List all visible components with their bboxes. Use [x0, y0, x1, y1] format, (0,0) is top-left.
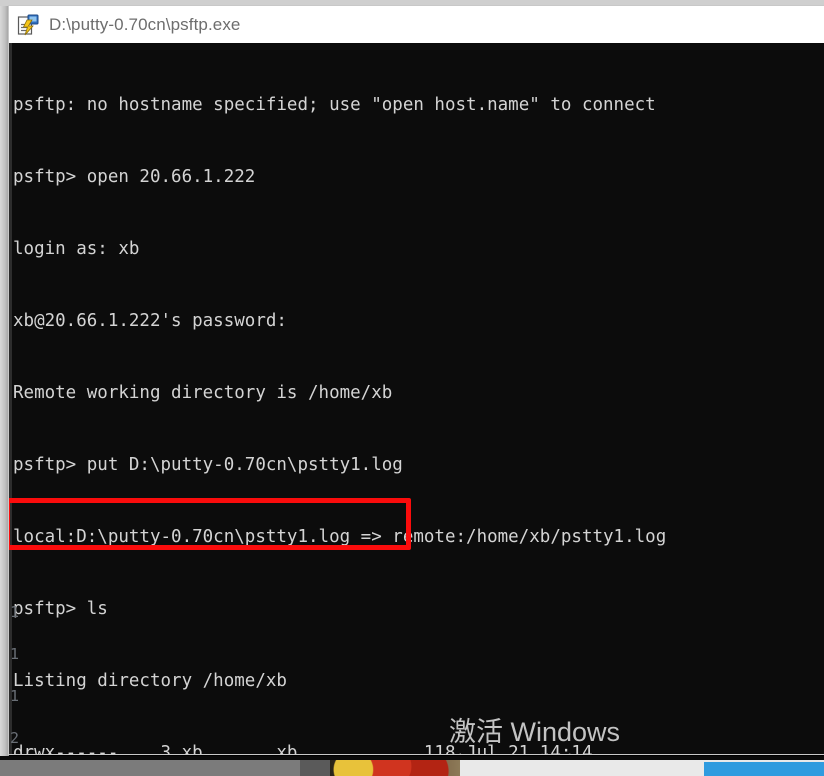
ghost-digit: 1 [10, 645, 20, 663]
console-line: Remote working directory is /home/xb [13, 383, 393, 403]
ghost-digit: 2 [10, 729, 20, 747]
taskbar-item-b[interactable] [300, 760, 330, 776]
console-line: Listing directory /home/xb [13, 671, 287, 691]
taskbar-strip [0, 760, 824, 776]
title-bar[interactable]: D:\putty-0.70cn\psftp.exe [9, 6, 824, 43]
psftp-window: D:\putty-0.70cn\psftp.exe psftp: no host… [9, 6, 824, 754]
console-line: psftp> ls [13, 599, 108, 619]
terminal-console[interactable]: psftp: no hostname specified; use "open … [9, 43, 824, 754]
ghost-digit: 1 [10, 687, 20, 705]
console-line: login as: xb [13, 239, 140, 259]
windows-activation-watermark: 激活 Windows 转到"设置"以激活 Windows。 [449, 715, 658, 754]
ghost-digit: 1 [10, 603, 20, 621]
background-window-left-edge [0, 6, 9, 760]
background-window-digits: 1 1 1 2 [10, 591, 24, 754]
console-line: psftp> put D:\putty-0.70cn\pstty1.log [13, 455, 403, 475]
taskbar-thumbnail-image[interactable] [330, 760, 460, 776]
window-title: D:\putty-0.70cn\psftp.exe [49, 14, 241, 34]
console-line: xb@20.66.1.222's password: [13, 311, 287, 331]
taskbar-item-a[interactable] [0, 760, 300, 776]
console-line-listing: drwx------ 3 xb xb 118 Jul 21 14:14 . [13, 743, 614, 754]
watermark-subtitle: 转到"设置"以激活 Windows。 [449, 751, 658, 754]
taskbar-blue-button[interactable] [704, 762, 824, 776]
console-line: local:D:\putty-0.70cn\pstty1.log => remo… [13, 527, 667, 547]
console-line: psftp: no hostname specified; use "open … [13, 95, 656, 115]
console-output: psftp: no hostname specified; use "open … [13, 45, 824, 754]
watermark-title: 激活 Windows [449, 717, 621, 747]
psftp-document-bolt-icon [16, 12, 42, 38]
screen: D:\putty-0.70cn\psftp.exe psftp: no host… [0, 0, 824, 776]
console-line: psftp> open 20.66.1.222 [13, 167, 256, 187]
